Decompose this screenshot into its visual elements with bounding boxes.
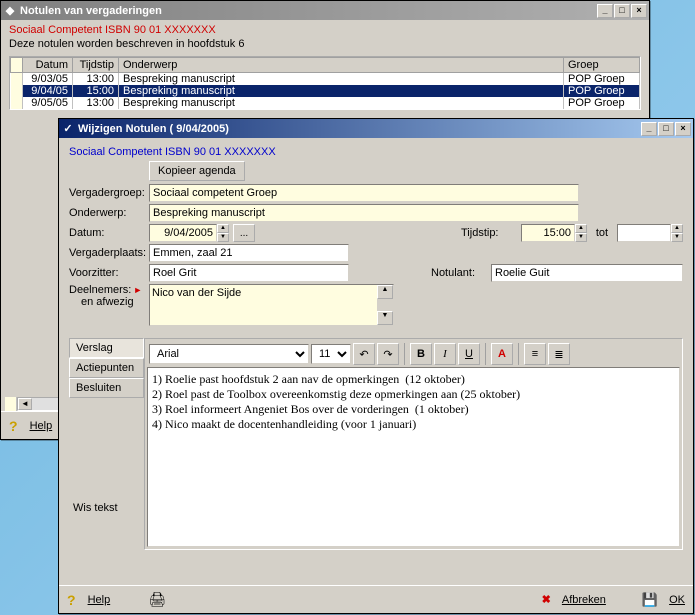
- bullet-list-button[interactable]: ≡: [524, 343, 546, 365]
- dialog-title: Wijzigen Notulen ( 9/04/2005): [78, 123, 229, 135]
- required-marker: ►: [133, 285, 142, 295]
- kopieer-agenda-button[interactable]: Kopieer agenda: [149, 161, 245, 181]
- close-button[interactable]: ×: [631, 4, 647, 18]
- font-size-select[interactable]: 11: [311, 344, 351, 364]
- notulen-table: Datum Tijdstip Onderwerp Groep 9/03/05 1…: [9, 56, 641, 110]
- ok-button[interactable]: OK: [669, 594, 685, 606]
- minimize-button[interactable]: _: [641, 122, 657, 136]
- tab-verslag[interactable]: Verslag: [69, 338, 144, 358]
- notulen-description: Deze notulen worden beschreven in hoofds…: [9, 38, 641, 50]
- tab-besluiten[interactable]: Besluiten: [69, 378, 144, 398]
- dialog-icon: ✓: [61, 122, 75, 136]
- cancel-icon: ✖: [542, 593, 551, 606]
- notulant-input[interactable]: [491, 264, 683, 282]
- datum-input[interactable]: [149, 224, 217, 242]
- label-vergadergroep: Vergadergroep:: [69, 187, 149, 199]
- italic-button[interactable]: I: [434, 343, 456, 365]
- tijdstip-spinner[interactable]: ▲▼: [575, 224, 587, 242]
- col-groep[interactable]: Groep: [564, 58, 640, 73]
- label-voorzitter: Voorzitter:: [69, 267, 149, 279]
- label-notulant: Notulant:: [431, 267, 491, 279]
- editor-toolbar: Arial 11 ↶ ↷ B I U A ≡ ≣: [147, 341, 680, 367]
- help-icon: ?: [9, 418, 18, 434]
- tijdstip-input[interactable]: [521, 224, 575, 242]
- deelnemers-textarea[interactable]: Nico van der Sijde ▲▼: [149, 284, 394, 326]
- tot-input[interactable]: [617, 224, 671, 242]
- dialog-titlebar[interactable]: ✓ Wijzigen Notulen ( 9/04/2005) _ □ ×: [59, 119, 693, 138]
- notulen-title: Notulen van vergaderingen: [20, 5, 162, 17]
- vergadergroep-input[interactable]: [149, 184, 579, 202]
- datum-spinner[interactable]: ▲▼: [217, 224, 229, 242]
- label-onderwerp: Onderwerp:: [69, 207, 149, 219]
- table-row[interactable]: 9/04/05 15:00 Bespreking manuscript POP …: [11, 85, 640, 97]
- col-datum[interactable]: Datum: [23, 58, 73, 73]
- font-color-button[interactable]: A: [491, 343, 513, 365]
- editor-textarea[interactable]: 1) Roelie past hoofdstuk 2 aan nav de op…: [147, 367, 680, 547]
- undo-button[interactable]: ↶: [353, 343, 375, 365]
- wis-tekst-link[interactable]: Wis tekst: [69, 498, 144, 518]
- label-tot: tot: [587, 227, 617, 239]
- notulen-titlebar[interactable]: ◆ Notulen van vergaderingen _ □ ×: [1, 1, 649, 20]
- font-select[interactable]: Arial: [149, 344, 309, 364]
- close-button[interactable]: ×: [675, 122, 691, 136]
- date-picker-button[interactable]: ...: [233, 224, 255, 242]
- help-icon: ?: [67, 592, 76, 608]
- maximize-button[interactable]: □: [614, 4, 630, 18]
- bold-button[interactable]: B: [410, 343, 432, 365]
- number-list-button[interactable]: ≣: [548, 343, 570, 365]
- label-datum: Datum:: [69, 227, 149, 239]
- label-en-afwezig: en afwezig: [81, 296, 134, 308]
- scroll-left-button[interactable]: ◄: [18, 398, 32, 410]
- app-icon: ◆: [3, 4, 17, 18]
- label-tijdstip: Tijdstip:: [461, 227, 521, 239]
- print-icon[interactable]: 🖨: [148, 591, 166, 608]
- table-row[interactable]: 9/03/05 13:00 Bespreking manuscript POP …: [11, 73, 640, 86]
- vergaderplaats-input[interactable]: [149, 244, 349, 262]
- afbreken-button[interactable]: Afbreken: [562, 594, 606, 606]
- tot-spinner[interactable]: ▲▼: [671, 224, 683, 242]
- help-link[interactable]: Help: [88, 594, 111, 606]
- help-link[interactable]: Help: [30, 420, 53, 432]
- notulen-heading: Sociaal Competent ISBN 90 01 XXXXXXX: [9, 24, 641, 36]
- onderwerp-input[interactable]: [149, 204, 579, 222]
- col-onderwerp[interactable]: Onderwerp: [119, 58, 564, 73]
- underline-button[interactable]: U: [458, 343, 480, 365]
- tab-actiepunten[interactable]: Actiepunten: [69, 358, 144, 378]
- table-header-row: Datum Tijdstip Onderwerp Groep: [11, 58, 640, 73]
- save-icon: 💾: [642, 592, 658, 608]
- voorzitter-input[interactable]: [149, 264, 349, 282]
- label-deelnemers: Deelnemers:: [69, 284, 131, 296]
- minimize-button[interactable]: _: [597, 4, 613, 18]
- wijzigen-notulen-dialog: ✓ Wijzigen Notulen ( 9/04/2005) _ □ × So…: [58, 118, 694, 614]
- col-tijdstip[interactable]: Tijdstip: [73, 58, 119, 73]
- textarea-scrollbar[interactable]: ▲▼: [377, 285, 393, 325]
- redo-button[interactable]: ↷: [377, 343, 399, 365]
- table-row[interactable]: 9/05/05 13:00 Bespreking manuscript POP …: [11, 97, 640, 109]
- dialog-heading: Sociaal Competent ISBN 90 01 XXXXXXX: [69, 146, 683, 158]
- label-vergaderplaats: Vergaderplaats:: [69, 247, 149, 259]
- maximize-button[interactable]: □: [658, 122, 674, 136]
